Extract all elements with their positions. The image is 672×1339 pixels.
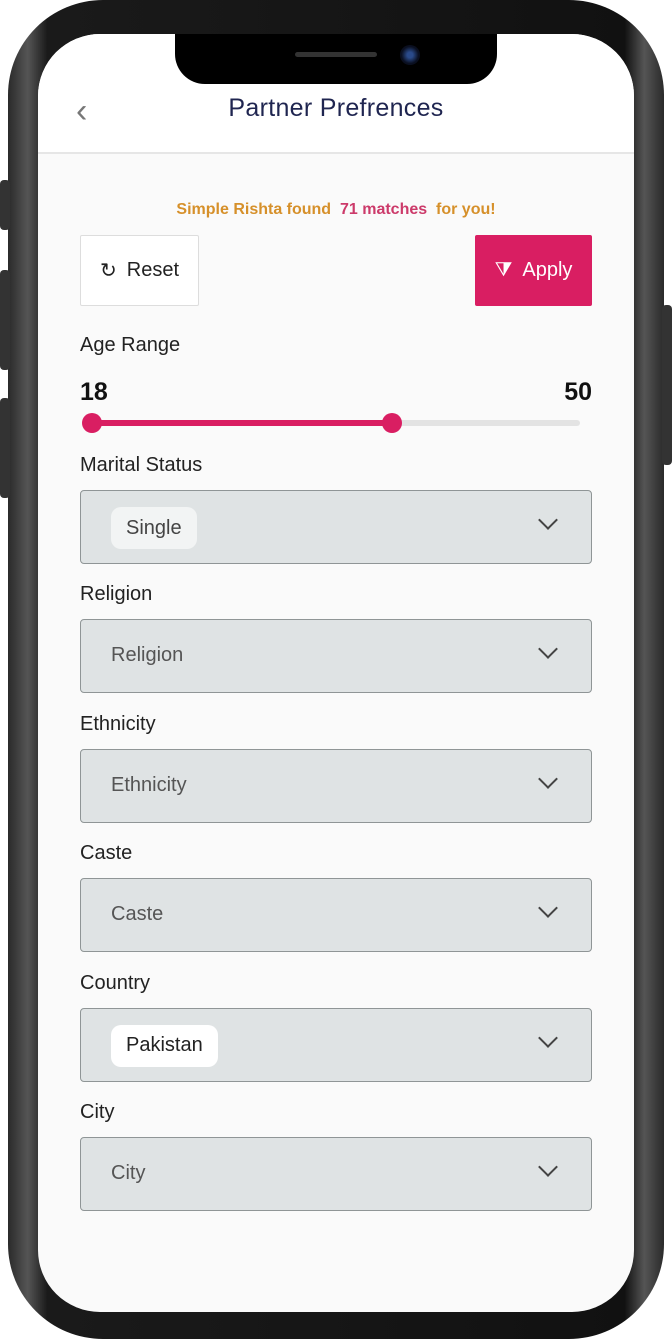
city-select[interactable]: City (80, 1137, 592, 1211)
religion-label: Religion (80, 583, 153, 606)
volume-up-button (0, 270, 10, 370)
apply-button[interactable]: ⧩ Apply (475, 235, 592, 306)
page-title: Partner Prefrences (228, 94, 444, 122)
chevron-down-icon (538, 1027, 558, 1048)
country-selected-chip: Pakistan (111, 1024, 218, 1067)
matches-banner: Simple Rishta found 71 matches for you! (38, 201, 634, 219)
reset-label: Reset (126, 259, 179, 281)
reset-button[interactable]: ↻ Reset (80, 235, 199, 306)
side-button (0, 180, 10, 230)
camera (400, 45, 420, 65)
power-button (662, 305, 672, 465)
banner-prefix: Simple Rishta found (176, 201, 332, 218)
religion-select[interactable]: Religion (80, 619, 592, 694)
city-placeholder: City (111, 1162, 146, 1184)
marital-status-select[interactable]: Single (80, 490, 592, 564)
caste-select[interactable]: Caste (80, 878, 592, 953)
screen: ‹ Partner Prefrences Simple Rishta found… (38, 34, 634, 1312)
country-select[interactable]: Pakistan (80, 1007, 592, 1082)
age-slider-upper-thumb[interactable] (382, 413, 403, 433)
chevron-down-icon (538, 768, 558, 789)
chevron-down-icon (538, 1157, 558, 1177)
caste-placeholder: Caste (111, 903, 164, 926)
age-slider-lower-thumb[interactable] (82, 413, 102, 433)
marital-status-selected-chip: Single (111, 507, 197, 549)
age-range-label: Age Range (80, 334, 181, 356)
caste-label: Caste (80, 842, 133, 865)
volume-down-button (0, 398, 10, 498)
notch (175, 34, 497, 84)
chevron-down-icon (538, 639, 558, 660)
refresh-icon: ↻ (99, 260, 117, 282)
speaker (295, 52, 377, 57)
age-slider-fill (92, 420, 393, 426)
country-label: Country (80, 971, 151, 994)
banner-suffix: for you! (436, 201, 496, 218)
chevron-down-icon (538, 510, 558, 530)
chevron-down-icon (538, 898, 558, 919)
religion-placeholder: Religion (111, 644, 184, 667)
age-slider-track[interactable] (82, 413, 580, 433)
match-count: 71 matches (339, 201, 428, 218)
ethnicity-label: Ethnicity (80, 712, 156, 735)
apply-label: Apply (522, 259, 573, 281)
city-label: City (80, 1101, 115, 1123)
ethnicity-select[interactable]: Ethnicity (80, 748, 592, 823)
ethnicity-placeholder: Ethnicity (111, 773, 187, 796)
age-min: 18 (80, 378, 108, 406)
age-max: 50 (564, 378, 592, 406)
marital-status-label: Marital Status (80, 454, 203, 476)
filter-check-icon: ⧩ (494, 259, 513, 281)
